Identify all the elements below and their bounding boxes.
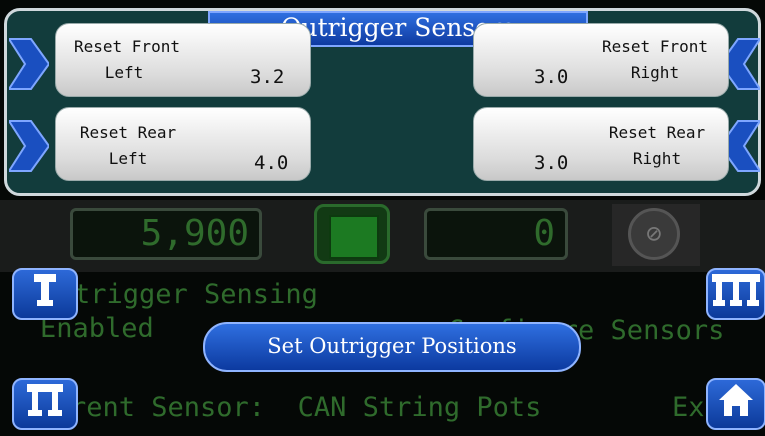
reset-front-right-label: Reset Front Right	[602, 37, 708, 82]
reset-rear-right-label: Reset Rear Right	[608, 123, 706, 168]
chevron-right-icon[interactable]	[9, 117, 49, 175]
status-indicator	[314, 204, 390, 264]
sensing-status-label: trigger Sensing	[74, 279, 318, 310]
outrigger-single-button[interactable]	[12, 268, 78, 320]
outrigger-sensors-dialog: Outrigger Sensors Reset Front Left 3.2 R…	[4, 8, 761, 196]
rear-left-value: 4.0	[254, 152, 289, 174]
reset-front-right-button[interactable]: Reset Front Right 3.0	[473, 23, 729, 97]
outriggers-icon	[712, 274, 760, 306]
outrigger-icon	[34, 274, 56, 306]
reset-rear-right-button[interactable]: Reset Rear Right 3.0	[473, 107, 729, 181]
current-sensor-label: rent Sensor: CAN String Pots	[70, 392, 542, 423]
dial-icon: ⊘	[628, 208, 680, 260]
angle-readout: 0	[424, 208, 568, 260]
reset-front-left-button[interactable]: Reset Front Left 3.2	[55, 23, 311, 97]
reset-rear-left-label: Reset Rear Left	[79, 123, 177, 168]
exit-label: Ex	[672, 392, 705, 423]
front-right-value: 3.0	[534, 66, 569, 88]
front-left-value: 3.2	[250, 66, 285, 88]
set-outrigger-positions-button[interactable]: Set Outrigger Positions	[203, 322, 581, 372]
outrigger-multi-button[interactable]	[706, 268, 765, 320]
home-icon	[719, 384, 753, 416]
rear-right-value: 3.0	[534, 152, 569, 174]
home-button[interactable]	[706, 378, 765, 430]
reset-front-left-label: Reset Front Left	[74, 37, 180, 82]
outrigger-pair-button[interactable]	[12, 378, 78, 430]
chevron-right-icon[interactable]	[9, 35, 49, 93]
outrigger-pair-icon	[27, 384, 63, 416]
weight-readout: 5,900	[70, 208, 262, 260]
reset-rear-left-button[interactable]: Reset Rear Left 4.0	[55, 107, 311, 181]
